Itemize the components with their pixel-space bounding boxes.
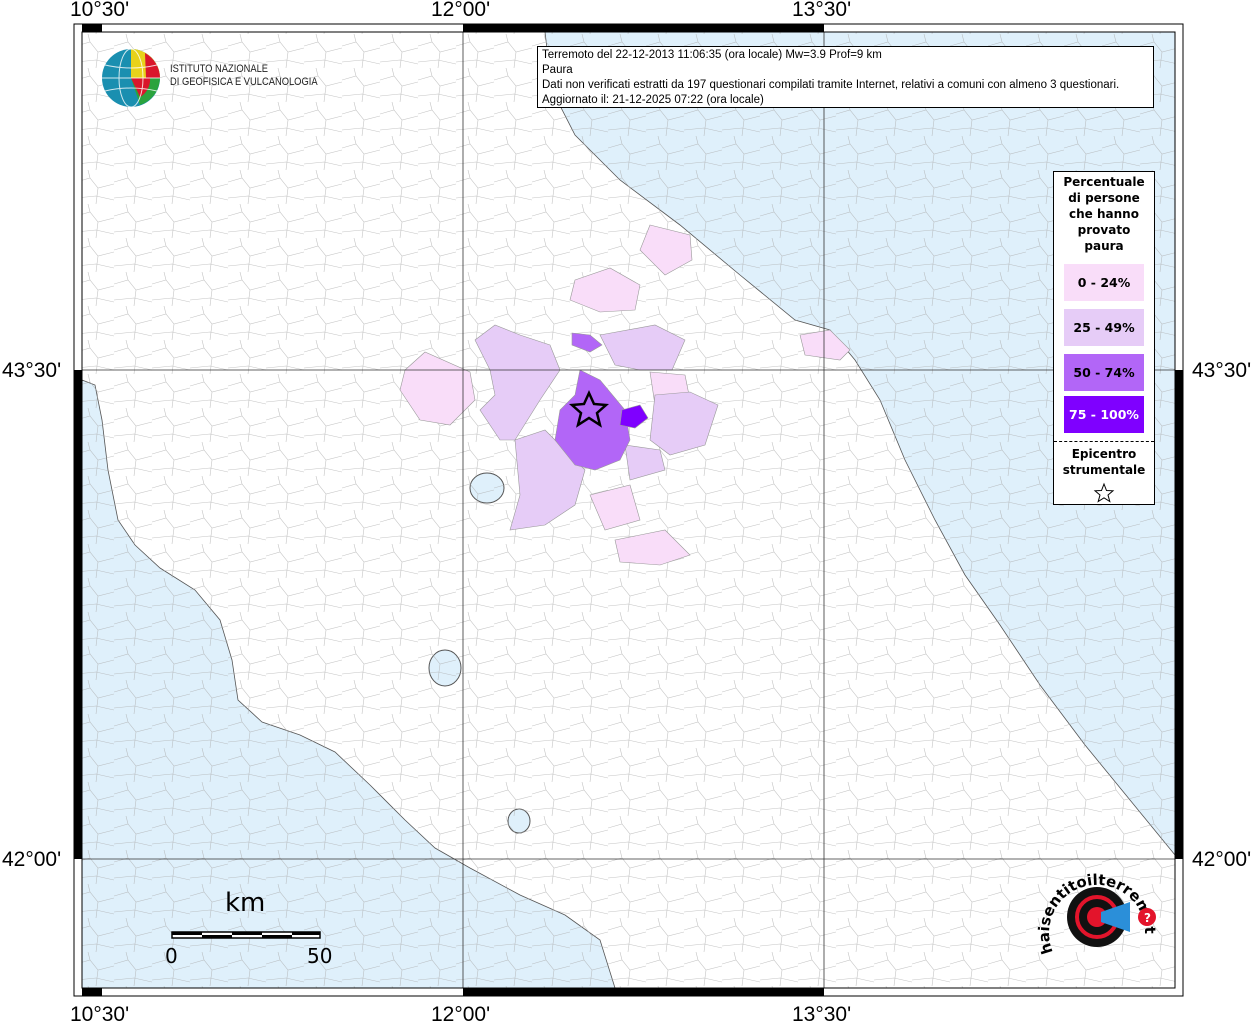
ingv-logo-line: DI GEOFISICA E VULCANOLOGIA — [170, 76, 318, 88]
lat-label-left: 42°00' — [2, 848, 62, 871]
legend-epicenter-label: Epicentro strumentale — [1054, 446, 1154, 478]
updated-date: Aggiornato il: 21-12-2025 07:22 (ora loc… — [542, 94, 764, 106]
lon-label-bottom: 13°30' — [792, 1003, 852, 1026]
legend: Percentuale di persone che hanno provato… — [1053, 171, 1155, 505]
lon-label-bottom: 12°00' — [431, 1003, 491, 1026]
legend-title-line: che hanno — [1069, 207, 1139, 221]
map-parameter: Paura — [542, 64, 573, 76]
legend-title-line: paura — [1084, 239, 1124, 253]
legend-epicenter-line: strumentale — [1062, 463, 1146, 477]
haisentitoilterremoto-logo-icon: haisentitoilterremoto.it ? — [1035, 862, 1159, 956]
legend-title-line: di persone — [1068, 191, 1140, 205]
event-title: Terremoto del 22-12-2013 11:06:35 (ora l… — [542, 49, 882, 61]
lon-label-top: 10°30' — [70, 0, 130, 21]
legend-class-0-24: 0 - 24% — [1064, 264, 1144, 301]
legend-class-50-74: 50 - 74% — [1064, 354, 1144, 391]
scale-min: 0 — [165, 944, 178, 968]
legend-class-25-49: 25 - 49% — [1064, 309, 1144, 346]
lat-label-left: 43°30' — [2, 359, 62, 382]
data-note: Dati non verificati estratti da 197 ques… — [542, 79, 1120, 91]
scale-max: 50 — [307, 944, 333, 968]
lat-label-right: 43°30' — [1192, 359, 1252, 382]
legend-title: Percentuale di persone che hanno provato… — [1054, 174, 1154, 254]
legend-epicenter-line: Epicentro — [1071, 447, 1137, 461]
scale-bar — [171, 931, 321, 939]
legend-divider — [1054, 441, 1154, 442]
svg-text:?: ? — [1144, 911, 1151, 925]
lat-label-right: 42°00' — [1192, 848, 1252, 871]
ingv-logo-text: ISTITUTO NAZIONALE DI GEOFISICA E VULCAN… — [170, 63, 318, 89]
lon-label-top: 13°30' — [792, 0, 852, 21]
event-info-box: Terremoto del 22-12-2013 11:06:35 (ora l… — [537, 46, 1154, 108]
ingv-logo-icon — [102, 48, 160, 108]
lon-label-bottom: 10°30' — [70, 1003, 130, 1026]
lon-label-top: 12°00' — [431, 0, 491, 21]
legend-class-75-100: 75 - 100% — [1064, 396, 1144, 433]
legend-star-icon — [1093, 482, 1115, 503]
legend-title-line: provato — [1077, 223, 1131, 237]
legend-title-line: Percentuale — [1063, 175, 1145, 189]
scale-unit: km — [225, 888, 266, 918]
ingv-logo-line: ISTITUTO NAZIONALE — [170, 63, 269, 75]
